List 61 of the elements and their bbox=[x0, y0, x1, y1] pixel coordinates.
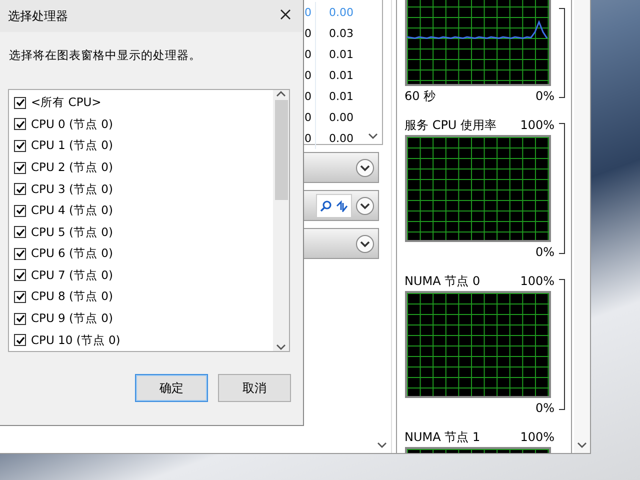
scroll-up-icon[interactable] bbox=[276, 90, 286, 98]
axis-min-label: 0% bbox=[535, 401, 554, 415]
collapse-button[interactable] bbox=[356, 234, 374, 252]
checkbox-label[interactable]: CPU 8 (节点 0) bbox=[31, 289, 113, 304]
table-cell-text: 0.01 bbox=[328, 48, 354, 61]
checkbox[interactable] bbox=[14, 334, 26, 346]
checkbox[interactable] bbox=[14, 183, 26, 196]
scroll-down-icon[interactable] bbox=[577, 441, 588, 449]
cancel-button[interactable]: 取消 bbox=[218, 374, 291, 402]
table-cell-text: 0.00 bbox=[328, 132, 354, 145]
chevron-down-icon bbox=[360, 202, 370, 210]
ok-button[interactable]: 确定 bbox=[135, 374, 208, 402]
checkbox-label[interactable]: CPU 10 (节点 0) bbox=[31, 332, 120, 348]
axis-min-label: 0% bbox=[535, 89, 554, 103]
checkbox-label[interactable]: CPU 0 (节点 0) bbox=[31, 116, 113, 132]
checkbox-label[interactable]: CPU 2 (节点 0) bbox=[31, 160, 113, 176]
chevron-down-icon bbox=[360, 240, 370, 248]
checkbox[interactable] bbox=[14, 248, 26, 260]
checkbox[interactable] bbox=[14, 140, 26, 152]
axis-max-label: 100% bbox=[520, 274, 554, 288]
search-icon[interactable] bbox=[320, 200, 332, 212]
table-cell-text: 0.00 bbox=[328, 111, 354, 124]
checkbox-label[interactable]: <所有 CPU> bbox=[31, 95, 102, 110]
checkbox[interactable] bbox=[14, 290, 26, 303]
checkbox-label[interactable]: CPU 6 (节点 0) bbox=[31, 246, 113, 262]
table-cell-text: 0.01 bbox=[328, 69, 354, 82]
checkbox[interactable] bbox=[14, 226, 26, 238]
graph-title: NUMA 节点 0 bbox=[404, 272, 480, 290]
table-cell-text: 0.03 bbox=[328, 27, 354, 40]
chevron-down-icon bbox=[360, 164, 370, 172]
instruction-text: 选择将在图表窗格中显示的处理器。 bbox=[9, 48, 202, 63]
table-cell-text: 0.00 bbox=[328, 6, 354, 19]
checkbox-label[interactable]: CPU 4 (节点 0) bbox=[31, 203, 113, 218]
checkbox[interactable] bbox=[14, 204, 26, 217]
graph-title: NUMA 节点 1 bbox=[404, 428, 480, 446]
table-cell-text: 0.01 bbox=[328, 90, 354, 103]
checkbox-label[interactable]: CPU 1 (节点 0) bbox=[31, 138, 113, 154]
collapse-button[interactable] bbox=[356, 158, 374, 176]
checkbox[interactable] bbox=[14, 312, 26, 325]
scroll-down-icon[interactable] bbox=[276, 343, 286, 351]
axis-max-label: 100% bbox=[520, 430, 554, 444]
checkbox-label[interactable]: CPU 9 (节点 0) bbox=[31, 311, 113, 326]
collapse-button[interactable] bbox=[356, 196, 374, 214]
checkbox-label[interactable]: CPU 5 (节点 0) bbox=[31, 224, 113, 240]
axis-max-label: 100% bbox=[520, 118, 554, 132]
scrollbar[interactable] bbox=[574, 0, 590, 453]
graph-title: 服务 CPU 使用率 bbox=[404, 116, 497, 134]
scroll-down-icon[interactable] bbox=[376, 441, 386, 449]
close-icon bbox=[280, 9, 291, 20]
checkbox[interactable] bbox=[14, 269, 26, 282]
scroll-down-icon[interactable] bbox=[368, 132, 378, 140]
checkbox[interactable] bbox=[14, 162, 26, 174]
checkbox[interactable] bbox=[14, 118, 26, 130]
axis-min-label: 0% bbox=[535, 245, 554, 259]
checkbox-label[interactable]: CPU 3 (节点 0) bbox=[31, 182, 113, 197]
checkbox[interactable] bbox=[14, 96, 26, 109]
dialog-title: 选择处理器 bbox=[8, 8, 68, 24]
time-span-label: 60 秒 bbox=[404, 88, 436, 104]
refresh-arrows-icon[interactable] bbox=[336, 200, 348, 212]
checkbox-label[interactable]: CPU 7 (节点 0) bbox=[31, 268, 113, 283]
scrollbar-thumb[interactable] bbox=[274, 100, 288, 200]
